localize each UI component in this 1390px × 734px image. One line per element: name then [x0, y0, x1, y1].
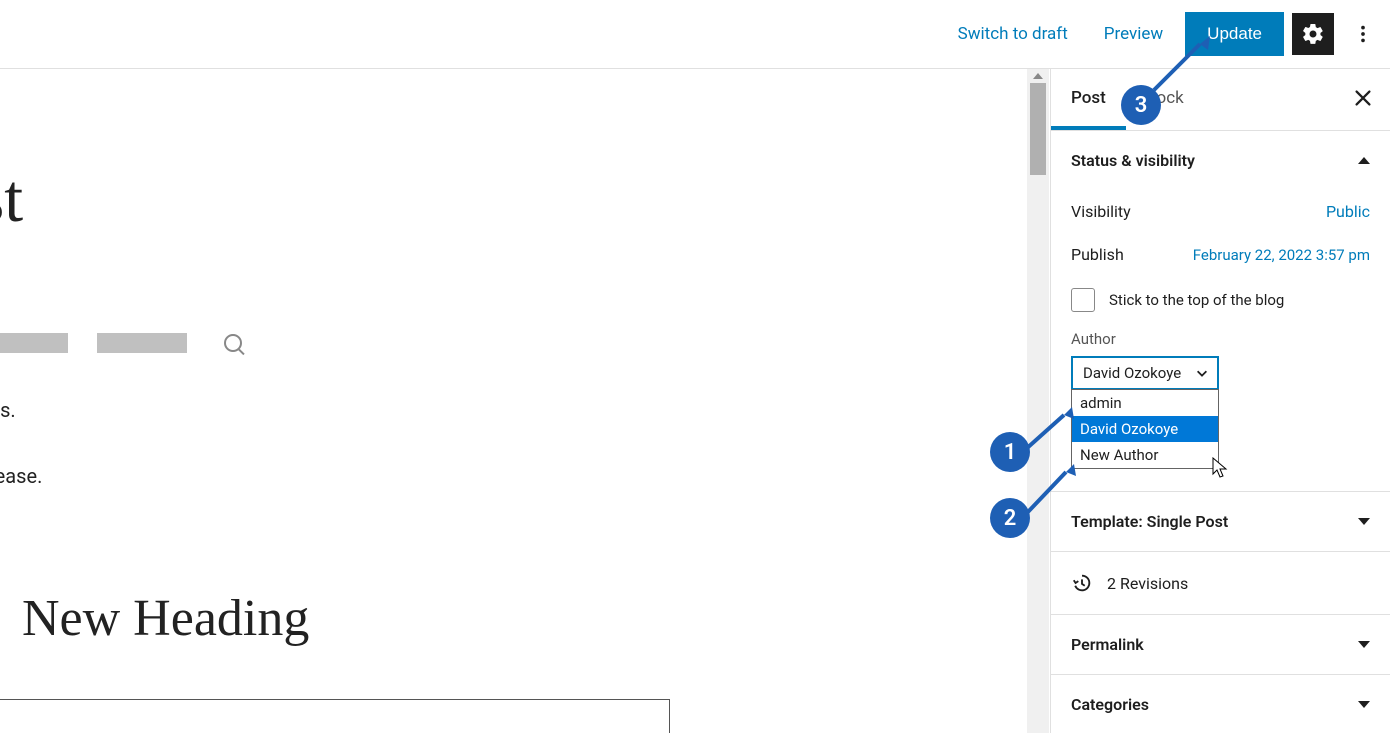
status-visibility-toggle[interactable]: Status & visibility	[1051, 131, 1390, 190]
scroll-up-icon[interactable]	[1033, 73, 1043, 79]
publish-label: Publish	[1071, 245, 1124, 264]
kebab-icon	[1352, 23, 1374, 45]
settings-sidebar: Post Block Status & visibility Visibilit…	[1050, 69, 1390, 733]
switch-to-draft-link[interactable]: Switch to draft	[944, 14, 1082, 54]
settings-button[interactable]	[1292, 13, 1334, 55]
visibility-label: Visibility	[1071, 202, 1131, 221]
categories-panel-toggle[interactable]: Categories	[1051, 675, 1390, 734]
permalink-title: Permalink	[1071, 635, 1144, 654]
scroll-thumb[interactable]	[1030, 83, 1046, 175]
author-option-david[interactable]: David Ozokoye	[1072, 416, 1218, 442]
history-icon	[1071, 572, 1093, 594]
annotation-badge-3: 3	[1121, 85, 1161, 125]
author-label: Author	[1071, 324, 1370, 356]
sidebar-tabs: Post Block	[1051, 69, 1390, 131]
stick-to-top-checkbox[interactable]	[1071, 288, 1095, 312]
chevron-up-icon	[1358, 157, 1370, 164]
template-title: Template: Single Post	[1071, 512, 1228, 531]
heading-block[interactable]: New Heading	[22, 589, 309, 648]
annotation-arrow-3	[1148, 32, 1218, 98]
visibility-value[interactable]: Public	[1326, 202, 1370, 221]
annotation-badge-2: 2	[990, 498, 1030, 538]
categories-title: Categories	[1071, 695, 1149, 714]
author-select[interactable]: David Ozokoye	[1071, 356, 1219, 390]
paragraph-text[interactable]: it you will know how easy it is.	[0, 398, 16, 422]
chevron-down-icon	[1195, 366, 1209, 380]
more-options-button[interactable]	[1342, 13, 1384, 55]
nav-placeholder	[0, 333, 68, 353]
cursor-icon	[1212, 457, 1230, 479]
editor-canvas[interactable]: Post it you will know how easy it is. o …	[0, 69, 1048, 733]
close-sidebar-button[interactable]	[1352, 87, 1374, 113]
template-panel-toggle[interactable]: Template: Single Post	[1051, 492, 1390, 551]
tab-post[interactable]: Post	[1051, 69, 1126, 130]
section-title: Status & visibility	[1071, 151, 1195, 170]
author-selected-value: David Ozokoye	[1083, 364, 1181, 382]
gear-icon	[1301, 22, 1325, 46]
status-visibility-panel: Status & visibility Visibility Public Pu…	[1051, 131, 1390, 492]
revisions-label: 2 Revisions	[1107, 574, 1188, 593]
author-option-admin[interactable]: admin	[1072, 390, 1218, 416]
post-title[interactable]: Post	[0, 159, 23, 238]
paragraph-text[interactable]: o see if list can be moved with so much …	[0, 464, 42, 488]
author-option-new[interactable]: New Author	[1072, 442, 1218, 468]
close-icon	[1352, 87, 1374, 109]
chevron-down-icon	[1358, 701, 1370, 708]
permalink-panel-toggle[interactable]: Permalink	[1051, 615, 1390, 674]
publish-date[interactable]: February 22, 2022 3:57 pm	[1193, 246, 1370, 264]
stick-to-top-label: Stick to the top of the blog	[1109, 291, 1284, 309]
chevron-down-icon	[1358, 641, 1370, 648]
author-dropdown: admin David Ozokoye New Author	[1071, 389, 1219, 469]
chevron-down-icon	[1358, 518, 1370, 525]
editor-scrollbar[interactable]	[1027, 69, 1049, 733]
nav-placeholder	[97, 333, 187, 353]
annotation-badge-1: 1	[990, 432, 1030, 472]
revisions-button[interactable]: 2 Revisions	[1051, 552, 1390, 615]
embed-block[interactable]	[0, 699, 670, 733]
search-icon[interactable]	[224, 334, 242, 352]
